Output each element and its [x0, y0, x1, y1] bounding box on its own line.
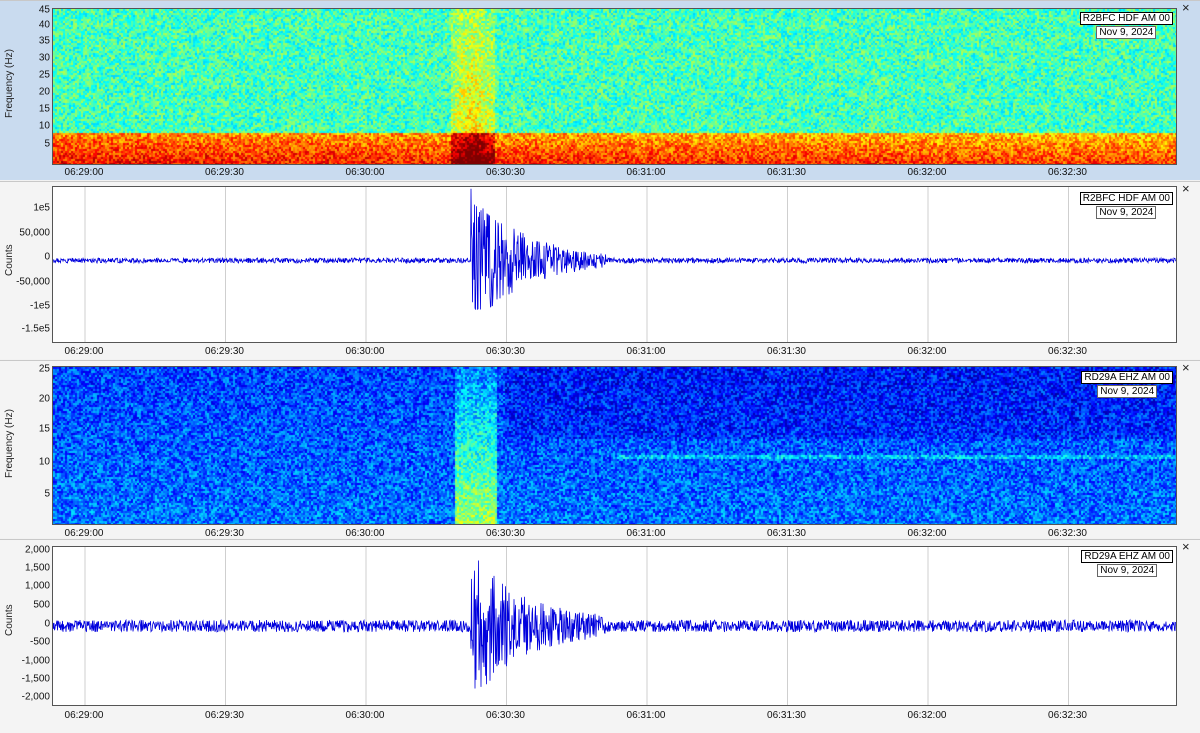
x-tick-label: 06:31:30: [767, 167, 806, 178]
station-label: RD29A EHZ AM 00 Nov 9, 2024: [1081, 550, 1173, 577]
x-tick-label: 06:29:00: [64, 346, 104, 357]
y-tick-label: 500: [33, 599, 50, 611]
station-name: R2BFC HDF AM 00: [1079, 192, 1173, 205]
y-tick-label: 1,500: [24, 562, 50, 574]
x-tick-label: 06:30:30: [486, 167, 525, 178]
x-tick-label: 06:30:00: [345, 167, 385, 178]
y-tick-label: -1,500: [21, 673, 50, 685]
x-tick-label: 06:31:00: [626, 710, 666, 721]
station-name: RD29A EHZ AM 00: [1081, 371, 1173, 384]
y-tick-label: 5: [44, 138, 50, 150]
x-tick-label: 06:31:30: [767, 710, 806, 721]
waveform-panel-rd29a[interactable]: Counts RD29A EHZ AM 00 Nov 9, 2024 × 2,0…: [0, 539, 1200, 733]
x-tick-label: 06:29:00: [64, 167, 104, 178]
y-tick-label: 20: [38, 393, 50, 405]
waveform-trace: [53, 560, 1176, 689]
y-tick-label: 20: [38, 86, 50, 98]
x-tick-label: 06:31:30: [767, 528, 806, 539]
x-tick-label: 06:32:30: [1048, 710, 1087, 721]
y-tick-label: -50,000: [16, 276, 50, 288]
x-tick-label: 06:30:00: [345, 710, 385, 721]
spectrogram-plot[interactable]: [52, 366, 1177, 525]
x-tick-label: 06:31:00: [626, 167, 666, 178]
y-tick-label: 5: [44, 488, 50, 500]
x-tick-label: 06:29:00: [64, 710, 104, 721]
y-tick-label: 2,000: [24, 544, 50, 556]
y-tick-label: 0: [44, 251, 50, 263]
y-axis-label: Counts: [4, 244, 15, 276]
station-date: Nov 9, 2024: [1097, 385, 1158, 398]
y-tick-label: 45: [38, 4, 50, 16]
x-tick-label: 06:32:30: [1048, 346, 1087, 357]
y-tick-label: 40: [38, 19, 50, 31]
y-tick-label: 30: [38, 52, 50, 64]
close-icon[interactable]: ×: [1182, 1, 1192, 14]
y-tick-label: 25: [38, 69, 50, 81]
y-tick-label: -2,000: [21, 691, 50, 703]
waveform-trace: [53, 188, 1176, 311]
x-tick-label: 06:29:30: [205, 528, 244, 539]
close-icon[interactable]: ×: [1182, 361, 1192, 374]
station-label: R2BFC HDF AM 00 Nov 9, 2024: [1079, 12, 1173, 39]
waveform-plot[interactable]: [52, 186, 1177, 343]
y-tick-label: 25: [38, 363, 50, 375]
x-tick-label: 06:31:00: [626, 346, 666, 357]
waveform-plot[interactable]: [52, 546, 1177, 706]
y-tick-label: 1,000: [24, 580, 50, 592]
x-tick-label: 06:30:00: [345, 528, 385, 539]
y-tick-label: 10: [38, 456, 50, 468]
close-icon[interactable]: ×: [1182, 540, 1192, 553]
y-tick-label: 15: [38, 423, 50, 435]
y-tick-label: 50,000: [19, 227, 50, 239]
spectrogram-panel-r2bfc[interactable]: Frequency (Hz) R2BFC HDF AM 00 Nov 9, 20…: [0, 0, 1200, 180]
y-tick-label: 0: [44, 618, 50, 630]
x-tick-label: 06:32:00: [907, 167, 947, 178]
station-name: RD29A EHZ AM 00: [1081, 550, 1173, 563]
x-tick-label: 06:32:00: [907, 528, 947, 539]
station-date: Nov 9, 2024: [1096, 206, 1157, 219]
x-tick-label: 06:31:00: [626, 528, 666, 539]
y-tick-label: 15: [38, 103, 50, 115]
station-date: Nov 9, 2024: [1096, 26, 1157, 39]
x-tick-label: 06:30:30: [486, 710, 525, 721]
y-tick-label: 35: [38, 35, 50, 47]
y-axis-label: Frequency (Hz): [4, 409, 15, 478]
x-tick-label: 06:29:30: [205, 346, 244, 357]
y-tick-label: -1,000: [21, 655, 50, 667]
y-tick-label: 10: [38, 120, 50, 132]
x-tick-label: 06:30:30: [486, 346, 525, 357]
x-tick-label: 06:29:30: [205, 710, 244, 721]
x-tick-label: 06:30:30: [486, 528, 525, 539]
station-name: R2BFC HDF AM 00: [1079, 12, 1173, 25]
station-date: Nov 9, 2024: [1097, 564, 1158, 577]
y-axis-label: Frequency (Hz): [4, 49, 15, 118]
station-label: RD29A EHZ AM 00 Nov 9, 2024: [1081, 371, 1173, 398]
y-tick-label: -1.5e5: [21, 323, 50, 335]
spectrogram-panel-rd29a[interactable]: Frequency (Hz) RD29A EHZ AM 00 Nov 9, 20…: [0, 360, 1200, 539]
x-tick-label: 06:29:30: [205, 167, 244, 178]
spectrogram-plot[interactable]: [52, 8, 1177, 165]
x-tick-label: 06:29:00: [64, 528, 104, 539]
y-tick-label: -500: [29, 636, 50, 648]
x-tick-label: 06:32:00: [907, 346, 947, 357]
y-tick-label: 1e5: [33, 202, 50, 214]
y-tick-label: -1e5: [29, 300, 50, 312]
x-tick-label: 06:32:30: [1048, 167, 1087, 178]
station-label: R2BFC HDF AM 00 Nov 9, 2024: [1079, 192, 1173, 219]
x-tick-label: 06:32:30: [1048, 528, 1087, 539]
x-tick-label: 06:31:30: [767, 346, 806, 357]
x-tick-label: 06:32:00: [907, 710, 947, 721]
y-axis-label: Counts: [4, 604, 15, 636]
waveform-panel-r2bfc[interactable]: Counts R2BFC HDF AM 00 Nov 9, 2024 × 1e5…: [0, 181, 1200, 359]
close-icon[interactable]: ×: [1182, 182, 1192, 195]
x-tick-label: 06:30:00: [345, 346, 385, 357]
